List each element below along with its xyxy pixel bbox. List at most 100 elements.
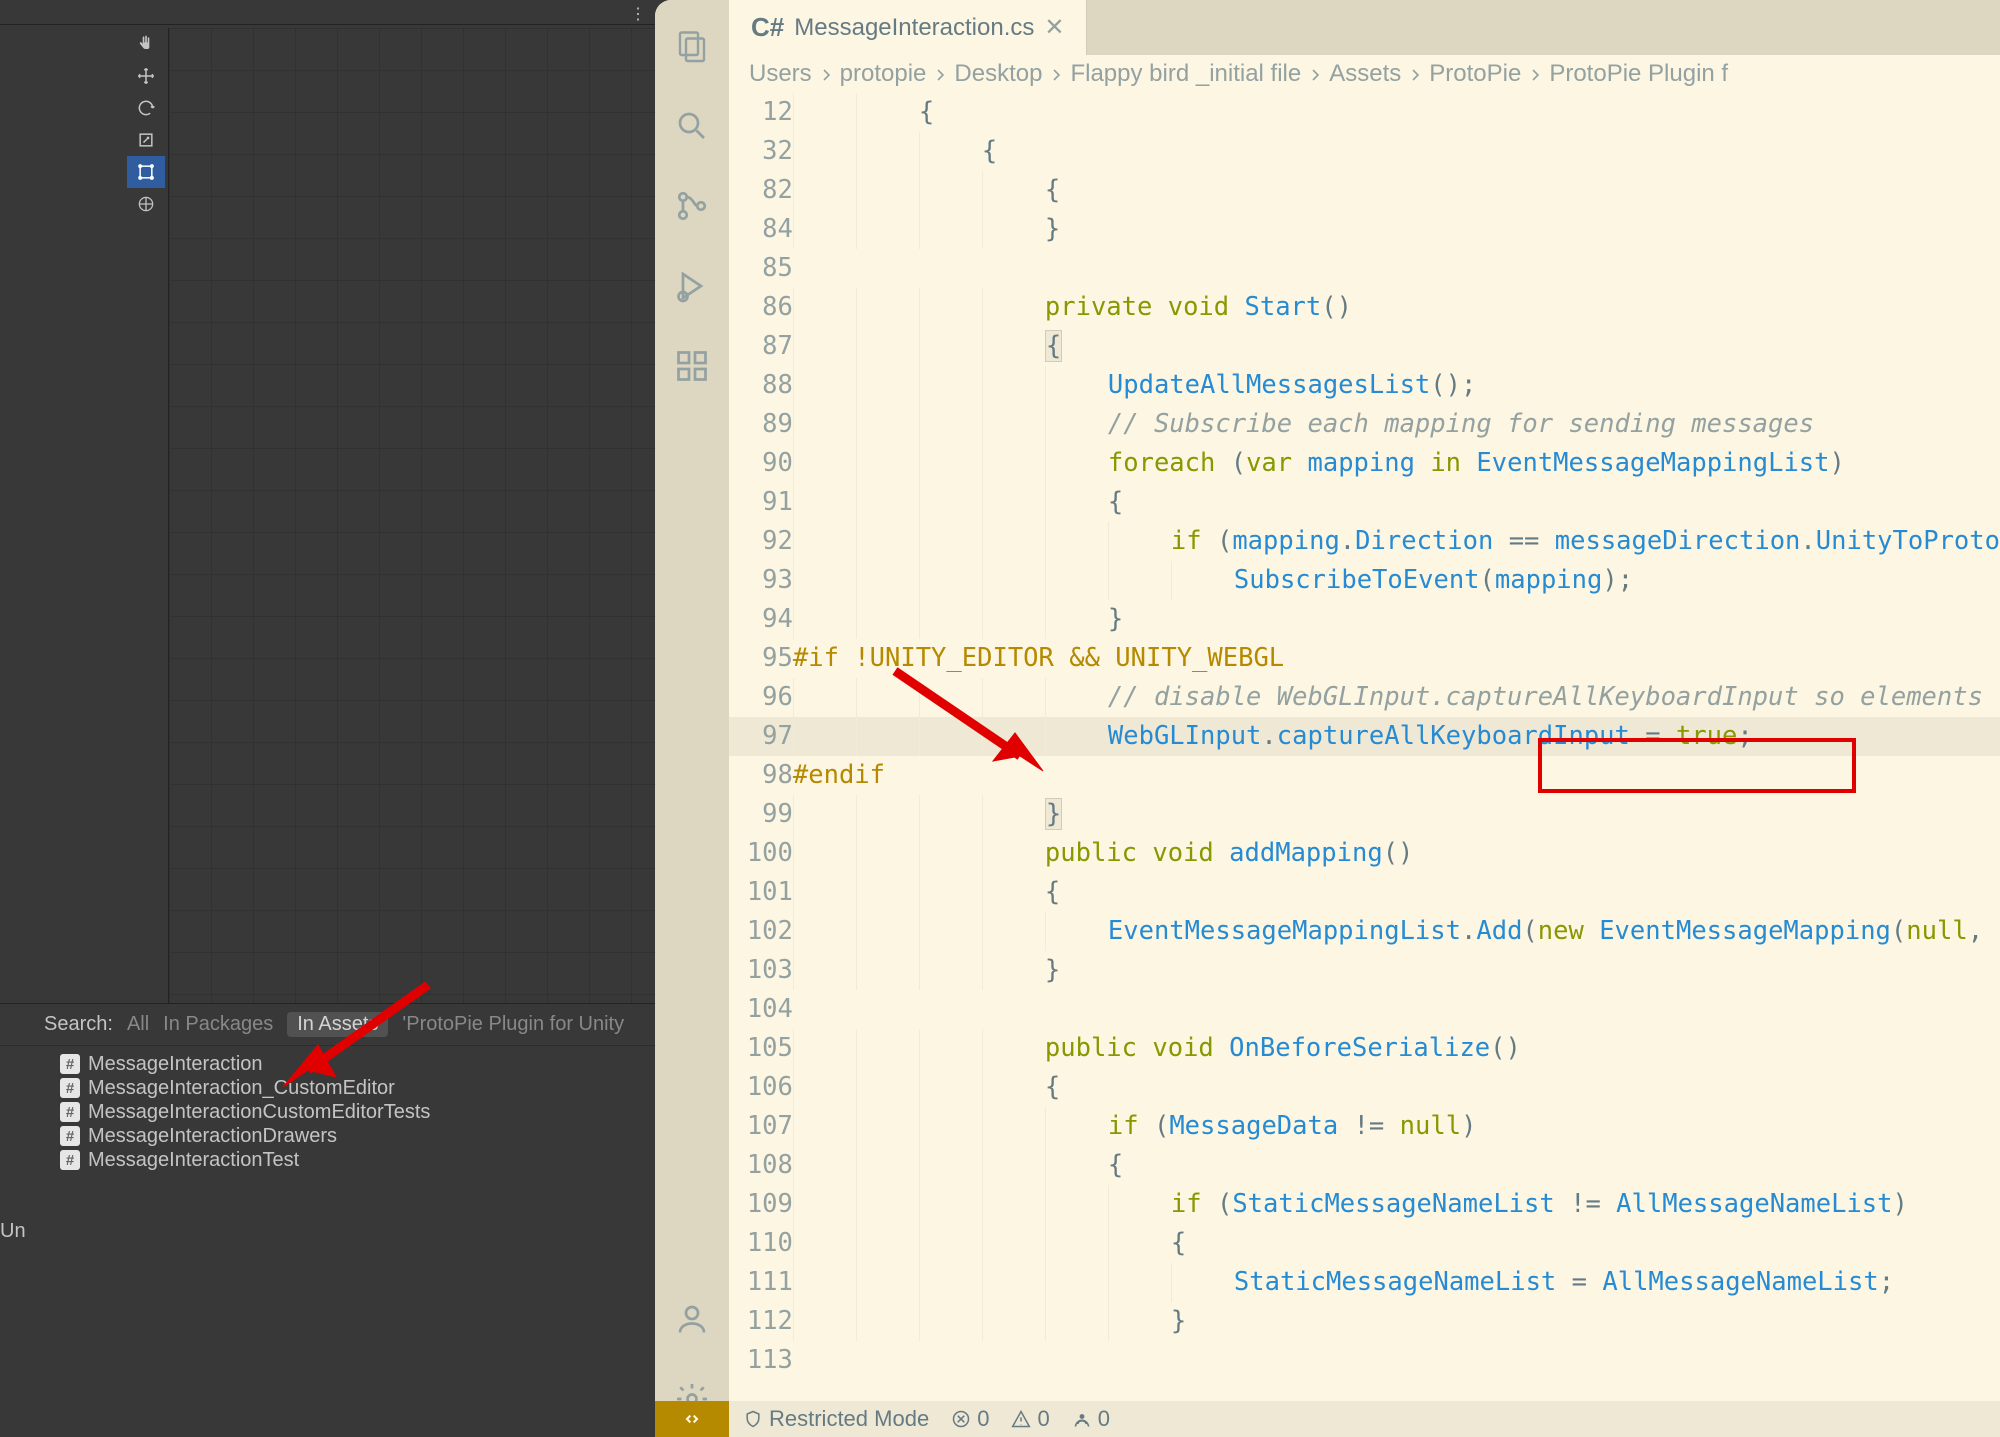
remote-corner-icon[interactable] (655, 1401, 729, 1437)
code-line[interactable]: 106 { (729, 1068, 2000, 1107)
code-content[interactable]: public void OnBeforeSerialize() (793, 1029, 2000, 1068)
code-line[interactable]: 96 // disable WebGLInput.captureAllKeybo… (729, 678, 2000, 717)
code-content[interactable]: { (793, 327, 2000, 366)
unity-scene-grid[interactable] (168, 28, 655, 1003)
transform-tool-icon[interactable] (127, 188, 165, 220)
code-content[interactable]: if (StaticMessageNameList != AllMessageN… (793, 1185, 2000, 1224)
restricted-mode[interactable]: Restricted Mode (743, 1406, 929, 1432)
hand-tool-icon[interactable] (127, 28, 165, 60)
code-line[interactable]: 98#endif (729, 756, 2000, 795)
code-content[interactable] (793, 249, 2000, 288)
breadcrumb-seg[interactable]: Flappy bird _initial file (1070, 60, 1301, 88)
file-row[interactable]: #MessageInteractionCustomEditorTests (60, 1100, 655, 1124)
code-content[interactable]: } (793, 951, 2000, 990)
breadcrumb-seg[interactable]: Assets (1329, 60, 1401, 88)
code-content[interactable] (793, 1341, 2000, 1380)
run-debug-icon[interactable] (674, 268, 710, 304)
code-line[interactable]: 99 } (729, 795, 2000, 834)
code-line[interactable]: 100 public void addMapping() (729, 834, 2000, 873)
code-content[interactable]: StaticMessageNameList = AllMessageNameLi… (793, 1263, 2000, 1302)
code-line[interactable]: 82 { (729, 171, 2000, 210)
code-editor[interactable]: 12 {32 {82 {84 }8586 private void Start(… (729, 93, 2000, 1401)
extensions-icon[interactable] (674, 348, 710, 384)
code-line[interactable]: 86 private void Start() (729, 288, 2000, 327)
code-content[interactable]: } (793, 795, 2000, 834)
explorer-icon[interactable] (674, 28, 710, 64)
code-line[interactable]: 95#if !UNITY_EDITOR && UNITY_WEBGL (729, 639, 2000, 678)
rotate-tool-icon[interactable] (127, 92, 165, 124)
code-line[interactable]: 101 { (729, 873, 2000, 912)
code-content[interactable]: // Subscribe each mapping for sending me… (793, 405, 2000, 444)
account-icon[interactable] (674, 1301, 710, 1337)
code-line[interactable]: 113 (729, 1341, 2000, 1380)
breadcrumb-seg[interactable]: ProtoPie (1429, 60, 1521, 88)
file-row[interactable]: #MessageInteraction (60, 1052, 655, 1076)
breadcrumbs[interactable]: UsersprotopieDesktopFlappy bird _initial… (729, 55, 2000, 93)
kebab-icon[interactable]: ⋮ (630, 4, 647, 24)
code-content[interactable]: { (793, 93, 2000, 132)
code-content[interactable]: } (793, 210, 2000, 249)
code-line[interactable]: 108 { (729, 1146, 2000, 1185)
code-content[interactable]: UpdateAllMessagesList(); (793, 366, 2000, 405)
status-warnings[interactable]: 0 (1011, 1406, 1049, 1432)
scale-tool-icon[interactable] (127, 124, 165, 156)
code-content[interactable]: { (793, 483, 2000, 522)
breadcrumb-seg[interactable]: Users (749, 60, 812, 88)
code-line[interactable]: 85 (729, 249, 2000, 288)
code-content[interactable]: { (793, 1224, 2000, 1263)
code-line[interactable]: 12 { (729, 93, 2000, 132)
code-line[interactable]: 105 public void OnBeforeSerialize() (729, 1029, 2000, 1068)
close-icon[interactable]: ✕ (1044, 13, 1064, 42)
search-scope[interactable]: 'ProtoPie Plugin for Unity (402, 1013, 624, 1036)
code-content[interactable]: WebGLInput.captureAllKeyboardInput = tru… (793, 717, 2000, 756)
code-line[interactable]: 107 if (MessageData != null) (729, 1107, 2000, 1146)
code-content[interactable]: } (793, 600, 2000, 639)
filter-packages[interactable]: In Packages (163, 1013, 273, 1036)
code-content[interactable]: // disable WebGLInput.captureAllKeyboard… (793, 678, 2000, 717)
code-line[interactable]: 90 foreach (var mapping in EventMessageM… (729, 444, 2000, 483)
status-ports[interactable]: 0 (1072, 1406, 1110, 1432)
code-content[interactable]: if (mapping.Direction == messageDirectio… (793, 522, 2000, 561)
code-line[interactable]: 94 } (729, 600, 2000, 639)
code-content[interactable]: #if !UNITY_EDITOR && UNITY_WEBGL (793, 639, 2000, 678)
code-content[interactable]: { (793, 1146, 2000, 1185)
code-line[interactable]: 97 WebGLInput.captureAllKeyboardInput = … (729, 717, 2000, 756)
search-icon[interactable] (674, 108, 710, 144)
code-line[interactable]: 91 { (729, 483, 2000, 522)
file-row[interactable]: #MessageInteraction_CustomEditor (60, 1076, 655, 1100)
filter-assets[interactable]: In Assets (287, 1012, 388, 1037)
code-content[interactable]: #endif (793, 756, 2000, 795)
code-content[interactable]: } (793, 1302, 2000, 1341)
file-row[interactable]: #MessageInteractionTest (60, 1148, 655, 1172)
code-line[interactable]: 103 } (729, 951, 2000, 990)
breadcrumb-seg[interactable]: Desktop (954, 60, 1042, 88)
move-tool-icon[interactable] (127, 60, 165, 92)
tab-active[interactable]: C# MessageInteraction.cs ✕ (729, 0, 1087, 55)
code-content[interactable]: { (793, 1068, 2000, 1107)
code-line[interactable]: 84 } (729, 210, 2000, 249)
code-line[interactable]: 32 { (729, 132, 2000, 171)
code-line[interactable]: 87 { (729, 327, 2000, 366)
code-content[interactable]: if (MessageData != null) (793, 1107, 2000, 1146)
code-line[interactable]: 88 UpdateAllMessagesList(); (729, 366, 2000, 405)
file-row[interactable]: #MessageInteractionDrawers (60, 1124, 655, 1148)
code-line[interactable]: 93 SubscribeToEvent(mapping); (729, 561, 2000, 600)
code-content[interactable]: EventMessageMappingList.Add(new EventMes… (793, 912, 2000, 951)
code-line[interactable]: 109 if (StaticMessageNameList != AllMess… (729, 1185, 2000, 1224)
source-control-icon[interactable] (674, 188, 710, 224)
code-line[interactable]: 104 (729, 990, 2000, 1029)
code-line[interactable]: 110 { (729, 1224, 2000, 1263)
code-content[interactable]: { (793, 132, 2000, 171)
code-content[interactable]: { (793, 873, 2000, 912)
code-content[interactable]: private void Start() (793, 288, 2000, 327)
code-content[interactable]: foreach (var mapping in EventMessageMapp… (793, 444, 2000, 483)
code-line[interactable]: 111 StaticMessageNameList = AllMessageNa… (729, 1263, 2000, 1302)
rect-tool-icon[interactable] (127, 156, 165, 188)
status-errors[interactable]: 0 (951, 1406, 989, 1432)
code-content[interactable]: SubscribeToEvent(mapping); (793, 561, 2000, 600)
code-line[interactable]: 92 if (mapping.Direction == messageDirec… (729, 522, 2000, 561)
code-line[interactable]: 89 // Subscribe each mapping for sending… (729, 405, 2000, 444)
code-content[interactable]: public void addMapping() (793, 834, 2000, 873)
breadcrumb-seg[interactable]: ProtoPie Plugin f (1549, 60, 1728, 88)
code-line[interactable]: 112 } (729, 1302, 2000, 1341)
